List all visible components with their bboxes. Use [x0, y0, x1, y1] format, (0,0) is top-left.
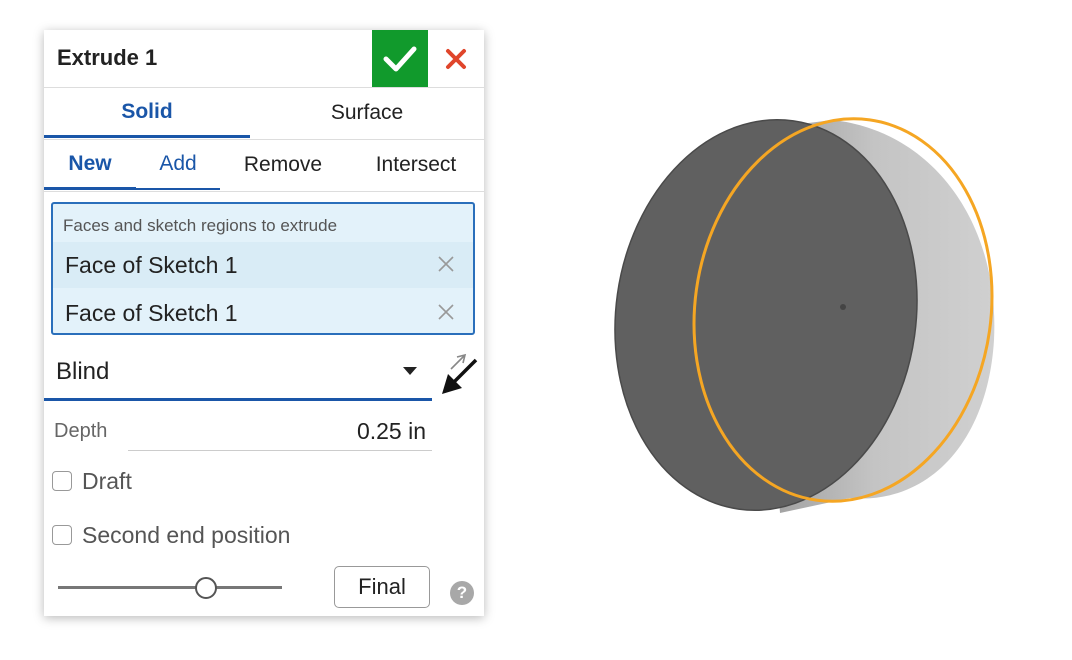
- end-type-dropdown[interactable]: Blind: [44, 346, 432, 401]
- slider-track: [58, 586, 282, 589]
- cancel-button[interactable]: [436, 30, 476, 87]
- second-end-label: Second end position: [82, 521, 291, 548]
- body-type-tabs: Solid Surface: [44, 88, 484, 140]
- tab-surface[interactable]: Surface: [260, 88, 474, 138]
- depth-input[interactable]: 0.25 in: [128, 412, 432, 451]
- depth-value: 0.25 in: [356, 418, 426, 444]
- slider-thumb[interactable]: [195, 577, 217, 599]
- cylinder-model[interactable]: [600, 110, 1010, 530]
- selection-item[interactable]: Face of Sketch 1: [53, 242, 473, 288]
- close-x-icon: [446, 48, 466, 69]
- tab-solid[interactable]: Solid: [44, 88, 250, 138]
- depth-label: Depth: [54, 420, 108, 442]
- accept-button[interactable]: [372, 30, 428, 87]
- tab-add[interactable]: Add: [136, 140, 220, 190]
- tab-remove[interactable]: Remove: [228, 140, 338, 190]
- dialog-title: Extrude 1: [57, 45, 158, 70]
- caret-down-icon: [403, 367, 417, 375]
- dialog-header: Extrude 1: [44, 30, 484, 88]
- operation-tabs: New Add Remove Intersect: [44, 140, 484, 192]
- selection-item-label: Face of Sketch 1: [65, 300, 238, 326]
- selection-item-label: Face of Sketch 1: [65, 252, 238, 278]
- tab-intersect[interactable]: Intersect: [358, 140, 474, 190]
- 3d-viewport[interactable]: [600, 110, 1010, 530]
- second-end-checkbox[interactable]: [52, 525, 72, 545]
- rollback-slider[interactable]: [58, 576, 282, 600]
- selection-label: Faces and sketch regions to extrude: [63, 216, 338, 235]
- help-icon[interactable]: ?: [450, 581, 474, 605]
- draft-option[interactable]: Draft: [52, 466, 132, 496]
- selection-list[interactable]: Faces and sketch regions to extrude Face…: [51, 202, 475, 335]
- remove-selection-icon[interactable]: [435, 301, 457, 323]
- flip-direction-icon[interactable]: [438, 352, 478, 396]
- second-end-option[interactable]: Second end position: [52, 520, 290, 550]
- draft-checkbox[interactable]: [52, 471, 72, 491]
- checkmark-icon: [383, 46, 417, 71]
- extrude-dialog: Extrude 1 Solid Surface New Add Remove I…: [44, 30, 484, 616]
- draft-label: Draft: [82, 467, 132, 494]
- tab-new[interactable]: New: [44, 140, 136, 190]
- final-button[interactable]: Final: [334, 566, 430, 608]
- center-point: [840, 304, 846, 310]
- end-type-value: Blind: [56, 358, 110, 385]
- selection-item[interactable]: Face of Sketch 1: [53, 290, 473, 336]
- remove-selection-icon[interactable]: [435, 253, 457, 275]
